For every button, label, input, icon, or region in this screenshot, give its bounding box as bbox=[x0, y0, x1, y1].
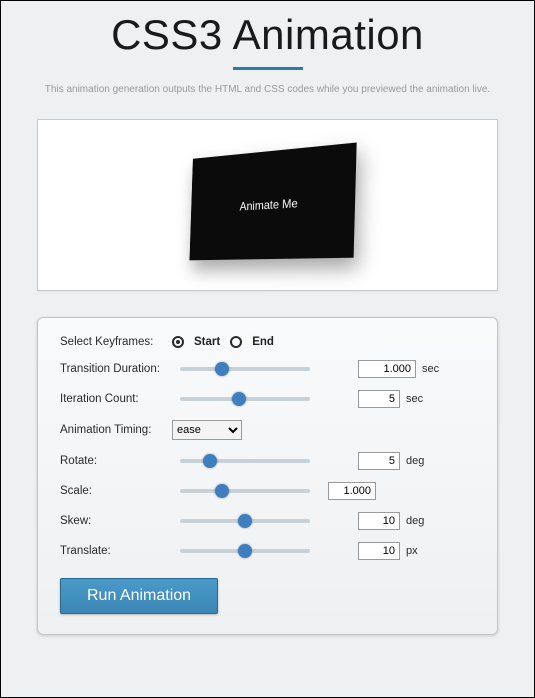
iterations-label: Iteration Count: bbox=[60, 393, 172, 405]
skew-slider[interactable] bbox=[180, 519, 310, 523]
translate-input[interactable] bbox=[358, 542, 400, 560]
rotate-input[interactable] bbox=[358, 452, 400, 470]
run-animation-button[interactable]: Run Animation bbox=[60, 578, 218, 614]
rotate-slider[interactable] bbox=[180, 459, 310, 463]
timing-label: Animation Timing: bbox=[60, 424, 172, 436]
translate-unit: px bbox=[406, 545, 418, 557]
rotate-unit: deg bbox=[406, 455, 424, 467]
iterations-slider[interactable] bbox=[180, 397, 310, 401]
rotate-label: Rotate: bbox=[60, 455, 172, 467]
animate-card-label: Animate Me bbox=[239, 196, 298, 213]
keyframes-label: Select Keyframes: bbox=[60, 336, 172, 348]
preview-panel: Animate Me bbox=[37, 119, 498, 291]
translate-label: Translate: bbox=[60, 545, 172, 557]
timing-select[interactable]: ease bbox=[172, 420, 242, 440]
keyframe-start-label: Start bbox=[194, 336, 220, 348]
animate-card: Animate Me bbox=[189, 143, 356, 261]
keyframe-end-radio[interactable] bbox=[230, 336, 242, 348]
translate-slider[interactable] bbox=[180, 549, 310, 553]
skew-unit: deg bbox=[406, 515, 424, 527]
duration-slider[interactable] bbox=[180, 367, 310, 371]
skew-label: Skew: bbox=[60, 515, 172, 527]
controls-panel: Select Keyframes: Start End Transition D… bbox=[37, 317, 498, 635]
keyframe-end-label: End bbox=[252, 336, 274, 348]
scale-input[interactable] bbox=[328, 482, 376, 500]
scale-label: Scale: bbox=[60, 485, 172, 497]
keyframe-start-radio[interactable] bbox=[172, 336, 184, 348]
iterations-input[interactable] bbox=[358, 390, 400, 408]
page-subtitle: This animation generation outputs the HT… bbox=[29, 82, 506, 97]
duration-input[interactable] bbox=[358, 360, 416, 378]
skew-input[interactable] bbox=[358, 512, 400, 530]
duration-label: Transition Duration: bbox=[60, 363, 172, 375]
page-title: CSS3 Animation bbox=[1, 11, 534, 59]
iterations-unit: sec bbox=[406, 393, 423, 405]
duration-unit: sec bbox=[422, 363, 439, 375]
title-underline bbox=[233, 67, 303, 70]
scale-slider[interactable] bbox=[180, 489, 310, 493]
